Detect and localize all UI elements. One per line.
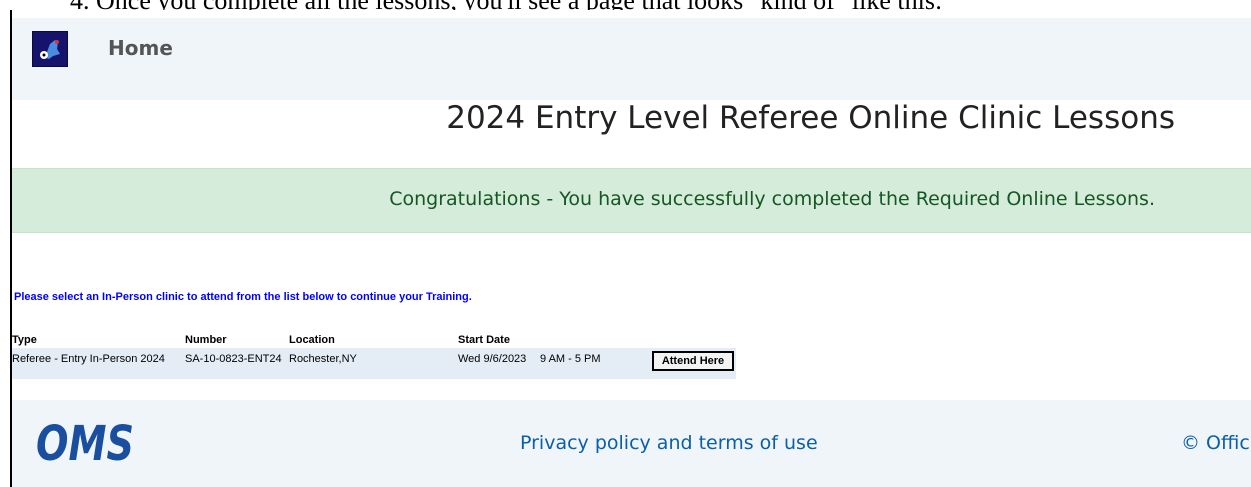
copyright-text: © Offica [1181,432,1251,454]
navbar: Home [12,18,1251,100]
column-header-number: Number [185,334,227,346]
column-header-type: Type [12,334,37,346]
footer: OMS Privacy policy and terms of use © Of… [12,400,1251,487]
success-alert: Congratulations - You have successfully … [12,168,1251,233]
column-header-location: Location [289,334,335,346]
attend-here-button[interactable]: Attend Here [652,351,734,371]
home-nav-link[interactable]: Home [108,36,173,60]
association-logo[interactable] [32,31,68,67]
column-header-start-date: Start Date [458,334,510,346]
clinic-instruction: Please select an In-Person clinic to att… [14,291,472,303]
clinic-number: SA-10-0823-ENT24 [185,353,282,365]
browser-page: Home 2024 Entry Level Referee Online Cli… [10,10,1251,487]
oms-logo[interactable]: OMS [36,416,136,472]
clinic-type: Referee - Entry In-Person 2024 [12,353,165,365]
new-york-state-icon [33,32,67,66]
clinic-time: 9 AM - 5 PM [540,353,601,365]
privacy-policy-link[interactable]: Privacy policy and terms of use [520,432,818,454]
success-message: Congratulations - You have successfully … [389,188,1155,210]
oms-logo-icon: OMS [36,416,134,472]
svg-text:OMS: OMS [36,416,134,468]
page-title: 2024 Entry Level Referee Online Clinic L… [446,100,1175,136]
clinic-start-date: Wed 9/6/2023 [458,353,527,365]
clinic-location: Rochester,NY [289,353,357,365]
